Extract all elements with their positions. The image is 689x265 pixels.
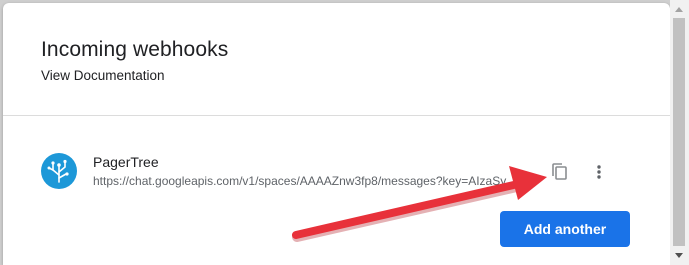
scrollbar[interactable]	[670, 0, 689, 265]
view-documentation-link[interactable]: View Documentation	[41, 68, 165, 83]
copy-button[interactable]	[544, 157, 576, 189]
scroll-thumb[interactable]	[673, 18, 685, 246]
pagertree-logo-icon	[41, 153, 77, 189]
copy-icon	[552, 163, 567, 180]
scroll-down-arrow-icon[interactable]	[675, 253, 683, 258]
more-options-button[interactable]	[587, 159, 611, 185]
scroll-up-arrow-icon[interactable]	[675, 7, 683, 12]
incoming-webhooks-dialog: Incoming webhooks View Documentation Pag…	[3, 3, 670, 265]
more-vertical-icon	[597, 165, 601, 179]
divider	[3, 115, 670, 116]
webhook-url: https://chat.googleapis.com/v1/spaces/AA…	[93, 174, 507, 188]
add-another-button[interactable]: Add another	[500, 211, 630, 247]
webhook-name: PagerTree	[93, 154, 159, 170]
dialog-title: Incoming webhooks	[41, 38, 229, 61]
